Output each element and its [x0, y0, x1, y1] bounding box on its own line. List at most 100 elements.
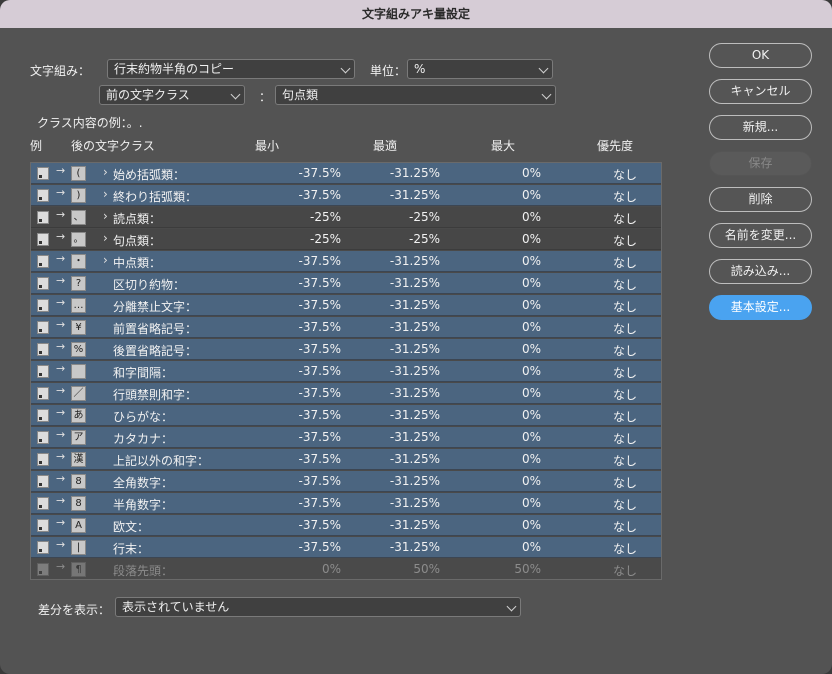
table-row[interactable]: → ア カタカナ： -37.5% -31.25% 0% なし	[31, 427, 661, 448]
priority-value[interactable]: なし	[605, 386, 645, 403]
min-value[interactable]: -37.5%	[299, 452, 341, 466]
priority-value[interactable]: なし	[605, 188, 645, 205]
min-value[interactable]: -25%	[310, 232, 341, 246]
min-value[interactable]: -37.5%	[299, 518, 341, 532]
optimal-value[interactable]: -31.25%	[390, 452, 440, 466]
table-row[interactable]: → 、 › 読点類： -25% -25% 0% なし	[31, 207, 661, 228]
priority-value[interactable]: なし	[605, 408, 645, 425]
max-value[interactable]: 0%	[522, 452, 541, 466]
table-row[interactable]: → 和字間隔： -37.5% -31.25% 0% なし	[31, 361, 661, 382]
optimal-value[interactable]: -31.25%	[390, 342, 440, 356]
min-value[interactable]: -37.5%	[299, 188, 341, 202]
priority-value[interactable]: なし	[605, 276, 645, 293]
min-value[interactable]: -37.5%	[299, 342, 341, 356]
max-value[interactable]: 0%	[522, 540, 541, 554]
ok-button[interactable]: OK	[709, 43, 812, 68]
max-value[interactable]: 0%	[522, 386, 541, 400]
expand-chevron-icon[interactable]: ›	[103, 231, 108, 245]
min-value[interactable]: 0%	[322, 562, 341, 576]
table-row[interactable]: → ¶ 段落先頭： 0% 50% 50% なし	[31, 559, 661, 579]
optimal-value[interactable]: -31.25%	[390, 386, 440, 400]
max-value[interactable]: 0%	[522, 210, 541, 224]
min-value[interactable]: -37.5%	[299, 496, 341, 510]
max-value[interactable]: 0%	[522, 474, 541, 488]
min-value[interactable]: -37.5%	[299, 298, 341, 312]
table-row[interactable]: → 8 半角数字： -37.5% -31.25% 0% なし	[31, 493, 661, 514]
basic-settings-button[interactable]: 基本設定...	[709, 295, 812, 320]
optimal-value[interactable]: -25%	[409, 232, 440, 246]
optimal-value[interactable]: -31.25%	[390, 364, 440, 378]
optimal-value[interactable]: -31.25%	[390, 320, 440, 334]
optimal-value[interactable]: -31.25%	[390, 496, 440, 510]
optimal-value[interactable]: -31.25%	[390, 166, 440, 180]
table-row[interactable]: → A 欧文： -37.5% -31.25% 0% なし	[31, 515, 661, 536]
table-row[interactable]: → 漢 上記以外の和字： -37.5% -31.25% 0% なし	[31, 449, 661, 470]
priority-value[interactable]: なし	[605, 518, 645, 535]
optimal-value[interactable]: -31.25%	[390, 430, 440, 444]
table-row[interactable]: →% 後置省略記号： -37.5% -31.25% 0% なし	[31, 339, 661, 360]
min-value[interactable]: -37.5%	[299, 254, 341, 268]
optimal-value[interactable]: -31.25%	[390, 276, 440, 290]
min-value[interactable]: -37.5%	[299, 166, 341, 180]
min-value[interactable]: -37.5%	[299, 430, 341, 444]
table-row[interactable]: → あ ひらがな： -37.5% -31.25% 0% なし	[31, 405, 661, 426]
max-value[interactable]: 0%	[522, 276, 541, 290]
priority-value[interactable]: なし	[605, 210, 645, 227]
class-select[interactable]: 句点類	[275, 85, 556, 105]
optimal-value[interactable]: -25%	[409, 210, 440, 224]
priority-value[interactable]: なし	[605, 342, 645, 359]
priority-value[interactable]: なし	[605, 540, 645, 557]
priority-value[interactable]: なし	[605, 562, 645, 579]
priority-value[interactable]: なし	[605, 298, 645, 315]
max-value[interactable]: 0%	[522, 320, 541, 334]
table-row[interactable]: → 。 › 句点類： -25% -25% 0% なし	[31, 229, 661, 250]
diff-select[interactable]: 表示されていません	[115, 597, 521, 617]
priority-value[interactable]: なし	[605, 496, 645, 513]
mojikumi-select[interactable]: 行末約物半角のコピー	[107, 59, 355, 79]
expand-chevron-icon[interactable]: ›	[103, 187, 108, 201]
min-value[interactable]: -37.5%	[299, 408, 341, 422]
max-value[interactable]: 0%	[522, 254, 541, 268]
max-value[interactable]: 0%	[522, 166, 541, 180]
optimal-value[interactable]: -31.25%	[390, 474, 440, 488]
expand-chevron-icon[interactable]: ›	[103, 253, 108, 267]
cancel-button[interactable]: キャンセル	[709, 79, 812, 104]
new-button[interactable]: 新規...	[709, 115, 812, 140]
optimal-value[interactable]: -31.25%	[390, 188, 440, 202]
min-value[interactable]: -37.5%	[299, 474, 341, 488]
optimal-value[interactable]: 50%	[413, 562, 440, 576]
table-row[interactable]: → ・ › 中点類： -37.5% -31.25% 0% なし	[31, 251, 661, 272]
rename-button[interactable]: 名前を変更...	[709, 223, 812, 248]
max-value[interactable]: 0%	[522, 496, 541, 510]
max-value[interactable]: 0%	[522, 342, 541, 356]
table-row[interactable]: → (› 始め括弧類： -37.5% -31.25% 0% なし	[31, 163, 661, 184]
optimal-value[interactable]: -31.25%	[390, 518, 440, 532]
min-value[interactable]: -37.5%	[299, 276, 341, 290]
load-button[interactable]: 読み込み...	[709, 259, 812, 284]
priority-value[interactable]: なし	[605, 254, 645, 271]
optimal-value[interactable]: -31.25%	[390, 408, 440, 422]
max-value[interactable]: 0%	[522, 298, 541, 312]
min-value[interactable]: -37.5%	[299, 364, 341, 378]
prev-class-select[interactable]: 前の文字クラス	[99, 85, 245, 105]
table-row[interactable]: →? 区切り約物： -37.5% -31.25% 0% なし	[31, 273, 661, 294]
optimal-value[interactable]: -31.25%	[390, 540, 440, 554]
table-row[interactable]: → | 行末： -37.5% -31.25% 0% なし	[31, 537, 661, 558]
expand-chevron-icon[interactable]: ›	[103, 165, 108, 179]
delete-button[interactable]: 削除	[709, 187, 812, 212]
save-button[interactable]: 保存	[709, 151, 812, 176]
unit-select[interactable]: %	[407, 59, 553, 79]
min-value[interactable]: -37.5%	[299, 386, 341, 400]
max-value[interactable]: 0%	[522, 518, 541, 532]
max-value[interactable]: 0%	[522, 408, 541, 422]
priority-value[interactable]: なし	[605, 452, 645, 469]
table-row[interactable]: → 8 全角数字： -37.5% -31.25% 0% なし	[31, 471, 661, 492]
table-row[interactable]: → ／ 行頭禁則和字： -37.5% -31.25% 0% なし	[31, 383, 661, 404]
max-value[interactable]: 50%	[514, 562, 541, 576]
max-value[interactable]: 0%	[522, 188, 541, 202]
max-value[interactable]: 0%	[522, 232, 541, 246]
priority-value[interactable]: なし	[605, 166, 645, 183]
priority-value[interactable]: なし	[605, 430, 645, 447]
max-value[interactable]: 0%	[522, 364, 541, 378]
table-row[interactable]: →) › 終わり括弧類： -37.5% -31.25% 0% なし	[31, 185, 661, 206]
